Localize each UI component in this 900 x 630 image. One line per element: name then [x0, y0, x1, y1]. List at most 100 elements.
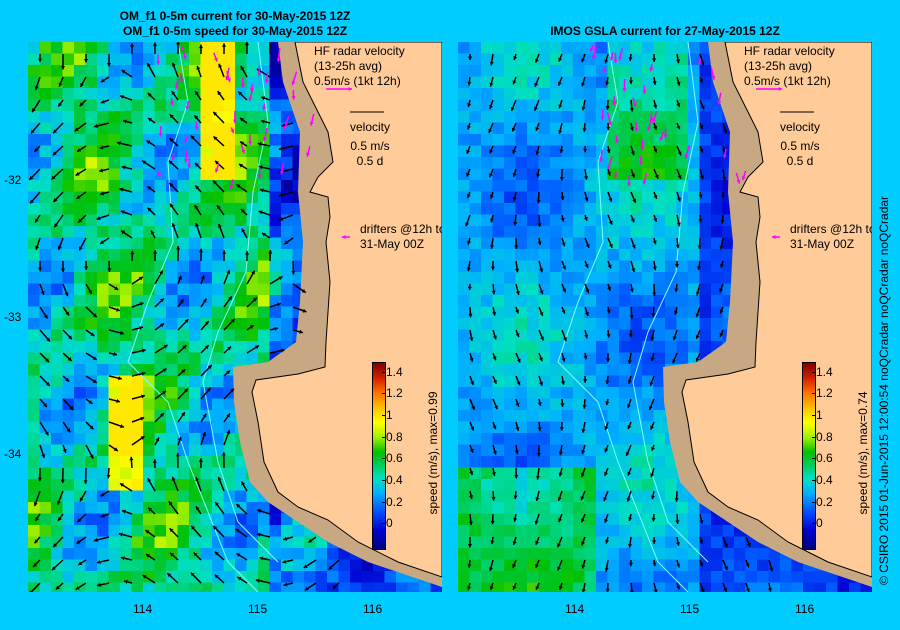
speed-cell	[561, 168, 574, 181]
speed-cell	[515, 525, 528, 537]
speed-cell	[458, 111, 470, 123]
speed-cell	[154, 203, 167, 215]
lon-tick: 114	[565, 602, 585, 616]
speed-cell	[177, 571, 190, 583]
velocity-legend: velocity 0.5 m/s 0.5 d	[340, 120, 400, 169]
speed-cell	[665, 122, 677, 135]
speed-cell	[338, 559, 351, 572]
speed-cell	[504, 341, 516, 353]
speed-cell	[458, 398, 470, 411]
speed-cell	[28, 272, 40, 284]
speed-cell	[573, 134, 585, 146]
speed-cell	[550, 398, 562, 411]
speed-cell	[630, 226, 643, 238]
speed-cell	[200, 536, 213, 549]
speed-cell	[258, 272, 270, 284]
speed-cell	[504, 203, 516, 215]
speed-cell	[166, 582, 178, 592]
speed-cell	[458, 571, 470, 583]
speed-cell	[62, 168, 75, 181]
speed-cell	[665, 168, 677, 181]
speed-cell	[177, 191, 190, 204]
speed-cell	[596, 571, 608, 583]
speed-cell	[246, 99, 259, 112]
speed-cell	[51, 318, 63, 330]
speed-cell	[584, 134, 597, 146]
speed-cell	[62, 536, 75, 549]
speed-cell	[665, 559, 677, 572]
speed-cell	[97, 134, 109, 146]
speed-cell	[573, 433, 585, 445]
speed-cell	[504, 306, 516, 319]
speed-cell	[85, 65, 98, 77]
speed-cell	[246, 214, 259, 227]
speed-cell	[619, 283, 631, 296]
speed-cell	[177, 502, 190, 514]
speed-cell	[85, 134, 98, 146]
speed-cell	[200, 226, 213, 238]
speed-cell	[212, 122, 224, 135]
speed-cell	[584, 467, 597, 480]
speed-cell	[561, 134, 574, 146]
speed-cell	[39, 513, 52, 526]
speed-cell	[630, 387, 643, 399]
speed-cell	[504, 318, 516, 330]
speed-cell	[688, 145, 700, 158]
speed-cell	[469, 191, 482, 204]
speed-cell	[527, 283, 539, 296]
speed-cell	[120, 283, 132, 296]
speed-cell	[469, 42, 482, 54]
speed-cell	[550, 387, 562, 399]
colorbar-tick: 0.4	[382, 472, 403, 487]
speed-cell	[550, 65, 562, 77]
speed-cell	[469, 122, 482, 135]
speed-cell	[212, 295, 224, 307]
speed-cell	[538, 433, 551, 445]
speed-cell	[515, 467, 528, 480]
speed-cell	[653, 295, 666, 307]
speed-cell	[458, 306, 470, 319]
speed-cell	[630, 272, 643, 284]
speed-cell	[177, 237, 190, 250]
speed-cell	[177, 53, 190, 66]
speed-cell	[154, 180, 167, 192]
speed-cell	[154, 548, 167, 560]
colorbar-tick: 0.2	[382, 494, 403, 509]
speed-cell	[212, 99, 224, 112]
speed-cell	[28, 375, 40, 388]
speed-cell	[28, 387, 40, 399]
speed-cell	[223, 145, 236, 158]
speed-cell	[711, 525, 723, 537]
speed-cell	[550, 42, 562, 54]
speed-cell	[258, 237, 270, 250]
speed-cell	[596, 525, 608, 537]
speed-cell	[143, 249, 155, 261]
speed-cell	[538, 272, 551, 284]
speed-cell	[62, 203, 75, 215]
speed-cell	[39, 76, 52, 89]
speed-cell	[688, 226, 700, 238]
speed-cell	[85, 387, 98, 399]
speed-cell	[469, 260, 482, 273]
speed-cell	[561, 456, 574, 468]
title-line: OM_f1 0-5m current for 30-May-2015 12Z	[119, 9, 351, 23]
speed-cell	[246, 306, 259, 319]
speed-cell	[711, 134, 723, 146]
speed-cell	[550, 318, 562, 330]
speed-cell	[458, 203, 470, 215]
speed-cell	[51, 479, 63, 491]
colorbar-tick: 1.4	[382, 364, 403, 379]
speed-cell	[51, 65, 63, 77]
speed-cell	[550, 111, 562, 123]
speed-cell	[62, 364, 75, 376]
speed-cell	[62, 341, 75, 353]
speed-cell	[538, 548, 551, 560]
speed-cell	[177, 226, 190, 238]
speed-cell	[177, 306, 190, 319]
speed-cell	[51, 571, 63, 583]
speed-cell	[538, 387, 551, 399]
speed-cell	[74, 387, 86, 399]
speed-cell	[292, 237, 305, 250]
speed-cell	[515, 387, 528, 399]
speed-cell	[515, 410, 528, 422]
